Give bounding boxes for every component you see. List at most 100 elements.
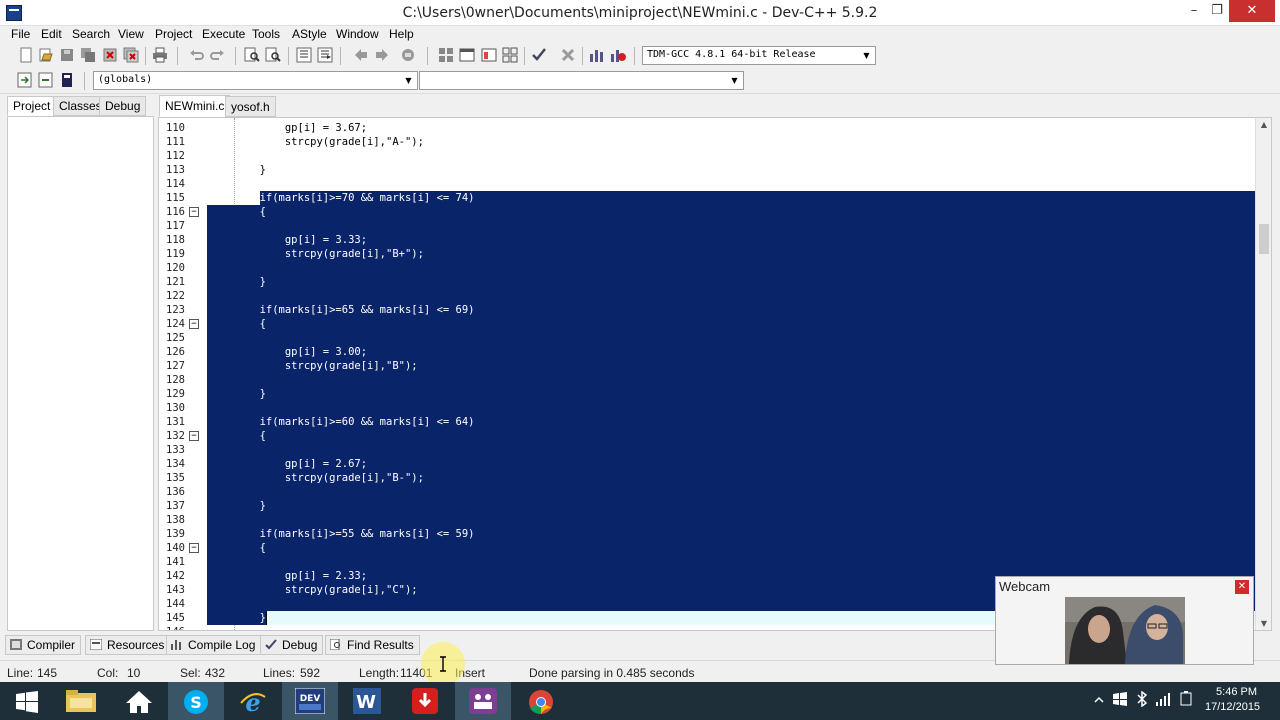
- insert-icon[interactable]: [17, 72, 33, 88]
- code-line[interactable]: gp[i] = 2.33;: [209, 569, 367, 583]
- code-line[interactable]: {: [209, 541, 266, 555]
- menu-execute[interactable]: Execute: [202, 27, 245, 41]
- tab-project[interactable]: Project: [7, 96, 57, 116]
- taskbar-devcpp[interactable]: DEV: [282, 682, 338, 720]
- code-line[interactable]: gp[i] = 3.67;: [209, 121, 367, 135]
- battery-icon[interactable]: [1178, 691, 1194, 707]
- tray-windows-icon[interactable]: [1113, 692, 1127, 706]
- taskbar-download-manager[interactable]: [397, 682, 453, 720]
- stop-icon[interactable]: [560, 47, 576, 63]
- fold-toggle-icon[interactable]: −: [189, 543, 199, 553]
- taskbar-clock[interactable]: 5:46 PM 17/12/2015: [1205, 685, 1260, 715]
- menu-view[interactable]: View: [118, 27, 144, 41]
- layout-icon[interactable]: [481, 47, 497, 63]
- code-line[interactable]: gp[i] = 3.00;: [209, 345, 367, 359]
- taskbar-chrome[interactable]: [513, 682, 569, 720]
- check-syntax-icon[interactable]: [531, 47, 547, 63]
- new-file-icon[interactable]: [18, 47, 34, 63]
- code-line[interactable]: {: [209, 205, 266, 219]
- compiler-select[interactable]: TDM-GCC 4.8.1 64-bit Release ▼: [642, 46, 876, 65]
- menu-project[interactable]: Project: [155, 27, 192, 41]
- taskbar-internet-explorer[interactable]: e: [225, 682, 281, 720]
- undo-icon[interactable]: [189, 47, 205, 63]
- webcam-window[interactable]: Webcam ✕: [995, 576, 1254, 665]
- tab-debug-output[interactable]: Debug: [260, 635, 324, 655]
- open-file-icon[interactable]: [38, 47, 54, 63]
- toggle-bookmark-icon[interactable]: [38, 72, 54, 88]
- taskbar-recorder[interactable]: [455, 682, 511, 720]
- code-area[interactable]: gp[i] = 3.67; strcpy(grade[i],"A-"); } i…: [207, 118, 1255, 630]
- code-line[interactable]: gp[i] = 3.33;: [209, 233, 367, 247]
- tab-resources[interactable]: Resources: [85, 635, 171, 655]
- grid-view-icon[interactable]: [438, 47, 454, 63]
- save-icon[interactable]: [59, 47, 75, 63]
- chevron-down-icon[interactable]: ▼: [728, 74, 741, 87]
- code-line[interactable]: gp[i] = 2.67;: [209, 457, 367, 471]
- editor-tab-yosof[interactable]: yosof.h: [225, 96, 276, 117]
- taskbar-file-explorer[interactable]: [54, 682, 110, 720]
- go-back-icon[interactable]: [353, 47, 369, 63]
- delete-profile-icon[interactable]: [610, 47, 626, 63]
- tray-arrow-icon[interactable]: [1094, 695, 1104, 705]
- menu-edit[interactable]: Edit: [41, 27, 62, 41]
- start-button[interactable]: [0, 682, 56, 720]
- find-icon[interactable]: [244, 47, 260, 63]
- goto-line-icon[interactable]: [60, 72, 76, 88]
- code-editor[interactable]: 110 111 112 113 114 115 116−117 118 119 120 121 122…: [158, 117, 1272, 631]
- menu-file[interactable]: File: [11, 27, 30, 41]
- taskbar-home[interactable]: [111, 682, 167, 720]
- fold-toggle-icon[interactable]: −: [189, 431, 199, 441]
- menu-astyle[interactable]: AStyle: [292, 27, 327, 41]
- code-line[interactable]: }: [209, 499, 266, 513]
- menu-help[interactable]: Help: [389, 27, 414, 41]
- close-button[interactable]: ✕: [1229, 0, 1275, 22]
- redo-icon[interactable]: [209, 47, 225, 63]
- indent-icon[interactable]: [296, 47, 312, 63]
- code-line[interactable]: }: [209, 275, 266, 289]
- code-line[interactable]: strcpy(grade[i],"A-");: [209, 135, 424, 149]
- code-line[interactable]: if(marks[i]>=55 && marks[i] <= 59): [209, 527, 475, 541]
- menu-tools[interactable]: Tools: [252, 27, 280, 41]
- code-line[interactable]: }: [209, 387, 266, 401]
- chevron-down-icon[interactable]: ▼: [402, 74, 415, 87]
- code-line[interactable]: }: [209, 611, 266, 625]
- tab-debug[interactable]: Debug: [99, 96, 147, 116]
- member-select[interactable]: ▼: [419, 71, 744, 90]
- close-file-icon[interactable]: [102, 47, 118, 63]
- code-line[interactable]: if(marks[i]>=60 && marks[i] <= 64): [209, 415, 475, 429]
- tab-find-results[interactable]: Find Results: [325, 635, 420, 655]
- code-line[interactable]: strcpy(grade[i],"C");: [209, 583, 418, 597]
- bookmark-icon[interactable]: [400, 47, 416, 63]
- vertical-scrollbar[interactable]: ▲ ▼: [1255, 118, 1271, 630]
- fold-toggle-icon[interactable]: −: [189, 319, 199, 329]
- code-line[interactable]: strcpy(grade[i],"B+");: [209, 247, 424, 261]
- close-all-icon[interactable]: [123, 47, 139, 63]
- scroll-down-icon[interactable]: ▼: [1259, 619, 1269, 628]
- replace-icon[interactable]: [265, 47, 281, 63]
- code-line[interactable]: if(marks[i]>=65 && marks[i] <= 69): [209, 303, 475, 317]
- wifi-icon[interactable]: [1155, 691, 1171, 707]
- code-line[interactable]: if(marks[i]>=70 && marks[i] <= 74): [209, 191, 475, 205]
- unindent-icon[interactable]: [317, 47, 333, 63]
- scope-select[interactable]: (globals) ▼: [93, 71, 418, 90]
- chevron-down-icon[interactable]: ▼: [860, 49, 873, 62]
- code-line[interactable]: }: [209, 163, 266, 177]
- code-line[interactable]: strcpy(grade[i],"B-");: [209, 471, 424, 485]
- window-icon[interactable]: [459, 47, 475, 63]
- code-line[interactable]: strcpy(grade[i],"B");: [209, 359, 418, 373]
- menu-search[interactable]: Search: [72, 27, 110, 41]
- tile-icon[interactable]: [502, 47, 518, 63]
- print-icon[interactable]: [152, 47, 168, 63]
- bluetooth-icon[interactable]: [1136, 691, 1148, 707]
- taskbar-skype[interactable]: S: [168, 682, 224, 720]
- code-line[interactable]: {: [209, 317, 266, 331]
- save-all-icon[interactable]: [80, 47, 96, 63]
- scrollbar-thumb[interactable]: [1259, 224, 1269, 254]
- code-line[interactable]: {: [209, 429, 266, 443]
- scroll-up-icon[interactable]: ▲: [1259, 120, 1269, 129]
- taskbar-word[interactable]: W: [339, 682, 395, 720]
- webcam-close-button[interactable]: ✕: [1235, 580, 1249, 594]
- project-tree-panel[interactable]: [7, 116, 154, 631]
- fold-toggle-icon[interactable]: −: [189, 207, 199, 217]
- go-forward-icon[interactable]: [374, 47, 390, 63]
